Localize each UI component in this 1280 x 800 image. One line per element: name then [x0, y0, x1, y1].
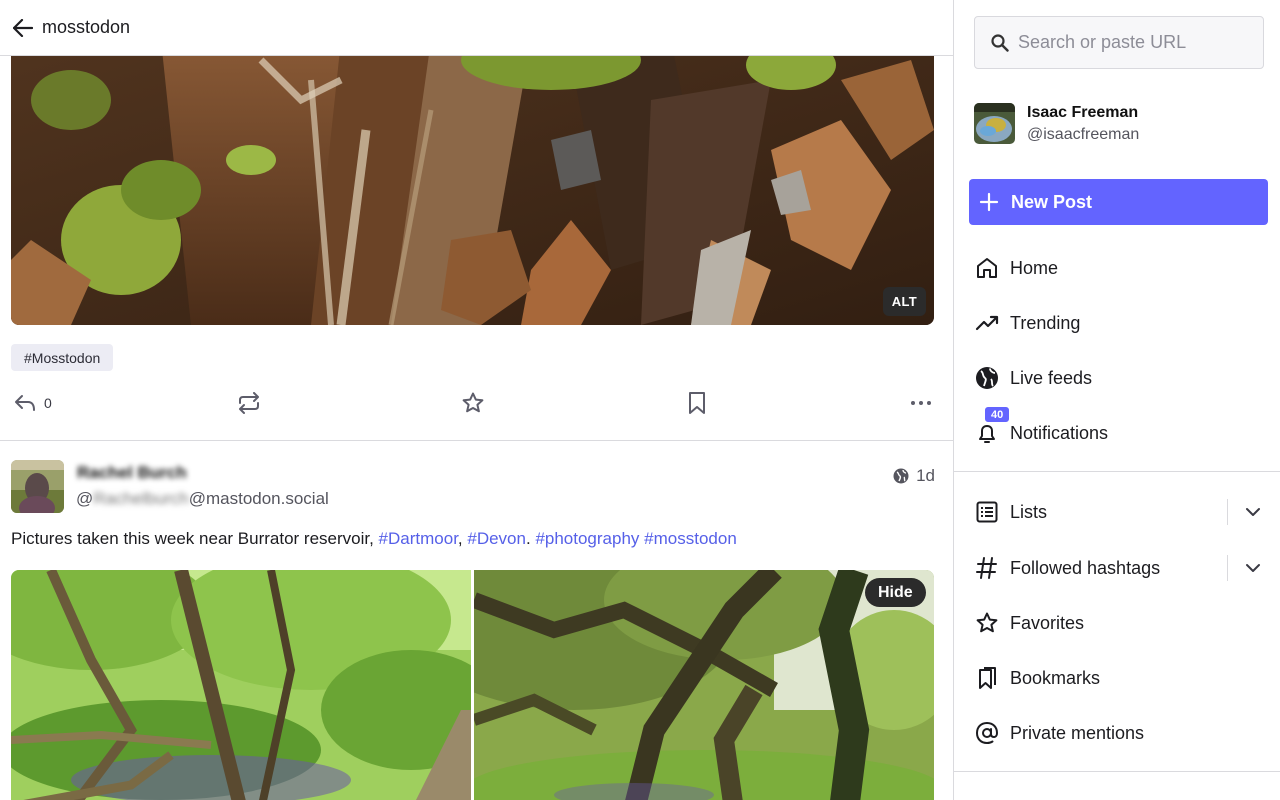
nav-item-bookmarks[interactable]: Bookmarks — [974, 663, 1100, 693]
star-icon — [974, 610, 1000, 636]
gallery-photo-1[interactable] — [11, 570, 501, 800]
hashtag-icon — [974, 555, 1000, 581]
account-name: Isaac Freeman — [1027, 103, 1139, 121]
bookmarks-icon — [974, 665, 1000, 691]
back-button[interactable] — [12, 17, 34, 39]
favorite-button[interactable] — [461, 389, 485, 417]
nav-label-lists: Lists — [1010, 501, 1048, 522]
main-column: ALT mosstodon #Mosstodon 0 Rachel Burch … — [0, 0, 953, 800]
post-text-plain: Pictures taken this week near Burrator r… — [11, 529, 379, 548]
nav-item-live-feeds[interactable]: Live feeds — [974, 363, 1092, 393]
account-avatar-image — [974, 103, 1015, 144]
post-action-bar: 0 — [0, 389, 953, 417]
nav-label-notifications: Notifications — [1010, 422, 1109, 443]
new-post-button[interactable]: New Post — [969, 179, 1268, 225]
nav-label-bookmarks: Bookmarks — [1010, 667, 1101, 688]
plus-icon — [979, 192, 999, 212]
lists-expand-group — [1227, 497, 1280, 527]
at-sign-icon — [974, 720, 1000, 746]
alt-badge[interactable]: ALT — [882, 287, 926, 316]
leaf-litter-photo — [11, 40, 934, 325]
home-icon — [974, 255, 1000, 281]
hashtag-link-dartmoor[interactable]: #Dartmoor — [379, 529, 458, 548]
sidebar-separator — [954, 771, 1280, 772]
account-avatar[interactable] — [974, 103, 1015, 144]
forest-path-photo — [11, 570, 501, 800]
nav-label-home: Home — [1010, 257, 1059, 278]
reply-icon — [15, 395, 35, 411]
hide-media-button[interactable]: Hide — [865, 578, 926, 607]
handle-domain: @mastodon.social — [188, 489, 329, 508]
post-media-image[interactable]: ALT — [11, 40, 934, 325]
nav-label-live-feeds: Live feeds — [1010, 367, 1093, 388]
sidebar: Isaac Freeman @isaacfreeman New Post Hom… — [953, 0, 1280, 800]
hashtags-expand-group — [1227, 553, 1280, 583]
search-icon — [991, 33, 1009, 52]
handle-prefix: @ — [76, 489, 94, 508]
nav-label-favorites: Favorites — [1010, 612, 1085, 633]
star-icon — [462, 392, 484, 413]
hashtag-chip[interactable]: #Mosstodon — [11, 344, 114, 371]
app: ALT mosstodon #Mosstodon 0 Rachel Burch … — [0, 0, 1280, 800]
oak-trees-photo — [414, 570, 934, 800]
arrow-left-icon — [13, 18, 33, 37]
search-input[interactable] — [1018, 32, 1248, 53]
nav-item-lists[interactable]: Lists — [974, 497, 1047, 527]
post-time: 1d — [916, 466, 935, 485]
repeat-icon — [239, 392, 259, 414]
account-card[interactable]: Isaac Freeman @isaacfreeman — [974, 103, 1139, 144]
sidebar-separator — [954, 471, 1280, 472]
chevron-down-icon[interactable] — [1242, 501, 1264, 523]
author-avatar-image — [11, 460, 64, 513]
nav-label-private-mentions: Private mentions — [1010, 722, 1145, 743]
trending-up-icon — [974, 310, 1000, 336]
more-button[interactable] — [909, 389, 933, 417]
boost-button[interactable] — [237, 389, 261, 417]
account-handle: @isaacfreeman — [1027, 125, 1140, 143]
nav-label-trending: Trending — [1010, 312, 1081, 333]
page-title: mosstodon — [42, 17, 131, 37]
chevron-down-icon[interactable] — [1242, 557, 1264, 579]
bookmark-icon — [689, 392, 705, 414]
list-icon — [974, 499, 1000, 525]
hashtag-link-devon[interactable]: #Devon — [467, 529, 526, 548]
reply-count: 0 — [44, 395, 52, 411]
handle-user: Rachelburch — [93, 489, 189, 508]
more-horizontal-icon — [911, 401, 931, 405]
nav-item-home[interactable]: Home — [974, 253, 1058, 283]
bell-icon — [974, 420, 1000, 446]
post-content: Pictures taken this week near Burrator r… — [11, 529, 737, 549]
post-media-gallery — [11, 570, 934, 800]
post-text-separator: , — [457, 529, 468, 548]
search-box[interactable] — [974, 16, 1264, 69]
globe-icon — [974, 365, 1000, 391]
new-post-label: New Post — [1011, 191, 1093, 212]
gallery-photo-2[interactable] — [414, 570, 934, 800]
post-divider — [0, 440, 953, 441]
hashtag-link-photography[interactable]: #photography — [535, 529, 639, 548]
bookmark-button[interactable] — [686, 389, 708, 417]
nav-item-favorites[interactable]: Favorites — [974, 608, 1084, 638]
author-display-name[interactable]: Rachel Burch — [77, 463, 187, 483]
notifications-count-badge: 40 — [984, 406, 1011, 423]
nav-item-followed-hashtags[interactable]: Followed hashtags — [974, 553, 1160, 583]
top-bar: mosstodon — [0, 0, 953, 56]
post-meta[interactable]: 1d — [893, 466, 935, 486]
hashtag-link-mosstodon[interactable]: #mosstodon — [644, 529, 737, 548]
nav-item-private-mentions[interactable]: Private mentions — [974, 718, 1144, 748]
globe-icon — [893, 468, 909, 484]
nav-item-trending[interactable]: Trending — [974, 308, 1080, 338]
author-handle[interactable]: @ Rachelburch @mastodon.social — [76, 489, 329, 509]
author-avatar[interactable] — [11, 460, 64, 513]
reply-button[interactable]: 0 — [13, 389, 52, 417]
nav-label-followed-hashtags: Followed hashtags — [1010, 557, 1161, 578]
